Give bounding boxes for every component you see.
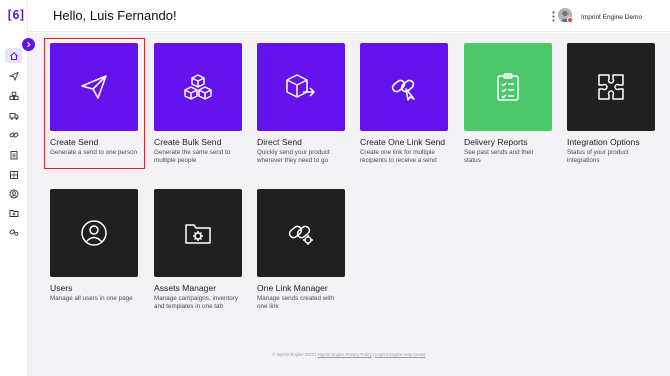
greeting-title: Hello, Luis Fernando!: [53, 8, 177, 23]
card-description: See past sends and their status: [464, 149, 534, 164]
card-create-bulk-send[interactable]: Create Bulk Send Generate the same send …: [154, 43, 242, 165]
sidebar-item-assets[interactable]: [5, 205, 22, 220]
sidebar-item-link-manager[interactable]: [5, 224, 22, 239]
card-direct-send[interactable]: Direct Send Quickly send your product wh…: [257, 43, 345, 165]
card-title: Users: [50, 283, 73, 293]
sidebar-expand-button[interactable]: [22, 38, 35, 51]
card-tile[interactable]: [257, 189, 345, 277]
boxes-icon: [184, 74, 212, 100]
bulk-send-icon: [9, 91, 18, 100]
card-description: Manage sends created with one link: [257, 295, 335, 310]
link-cursor-icon: [391, 79, 415, 101]
sidebar: [6]: [0, 0, 28, 376]
sidebar-item-users[interactable]: [5, 186, 22, 201]
card-create-send[interactable]: Create Send Generate a send to one perso…: [50, 43, 138, 157]
send-icon: [8, 71, 19, 81]
card-delivery-reports[interactable]: Delivery Reports See past sends and thei…: [464, 43, 552, 165]
more-options-button[interactable]: [550, 9, 556, 23]
user-circle-icon: [81, 220, 107, 246]
card-tile[interactable]: [360, 43, 448, 131]
card-title: Assets Manager: [154, 283, 217, 293]
users-icon: [9, 189, 18, 198]
card-description: Manage all users in one page: [50, 295, 133, 302]
link-gear-icon: [288, 225, 313, 245]
delivery-truck-icon: [9, 112, 18, 120]
sidebar-item-send[interactable]: [5, 68, 22, 83]
puzzle-icon: [9, 170, 18, 179]
card-tile[interactable]: [464, 43, 552, 131]
card-users[interactable]: Users Manage all users in one page: [50, 189, 138, 303]
card-tile[interactable]: [154, 189, 242, 277]
card-description: Status of your product integrations: [567, 149, 629, 164]
help-center-link[interactable]: Imprint Engine Help Center: [375, 352, 426, 357]
user-name[interactable]: Imprint Engine Demo: [581, 14, 642, 21]
footer-separator: |: [372, 352, 374, 357]
one-link-icon: [9, 132, 18, 137]
card-title: One Link Manager: [257, 283, 328, 293]
chevron-right-icon: [27, 41, 31, 48]
card-title: Create One Link Send: [360, 137, 446, 147]
privacy-policy-link[interactable]: Imprint Engine Privacy Policy: [317, 352, 371, 357]
card-tile[interactable]: [50, 189, 138, 277]
card-title: Create Send: [50, 137, 99, 147]
card-description: Create one link for multiple recipients …: [360, 149, 437, 164]
card-description: Generate a send to one person: [50, 149, 138, 156]
card-tile[interactable]: [567, 43, 655, 131]
card-title: Delivery Reports: [464, 137, 528, 147]
sidebar-item-bulk-send[interactable]: [5, 88, 22, 103]
kebab-menu-icon: [552, 11, 554, 21]
assets-icon: [9, 209, 18, 217]
main-content: Create Send Generate a send to one perso…: [28, 33, 670, 376]
puzzle-icon: [598, 74, 624, 100]
card-integration-options[interactable]: Integration Options Status of your produ…: [567, 43, 655, 165]
card-tile[interactable]: [50, 43, 138, 131]
card-description: Manage campaigns, inventory and template…: [154, 295, 239, 310]
footer: © Imprint Engine 2020 | Imprint Engine P…: [28, 352, 670, 357]
card-assets-manager[interactable]: Assets Manager Manage campaigns, invento…: [154, 189, 242, 311]
card-create-one-link-send[interactable]: Create One Link Send Create one link for…: [360, 43, 448, 165]
notification-badge: [567, 17, 573, 23]
link-manager-icon: [9, 229, 18, 236]
box-arrow-icon: [286, 74, 315, 98]
card-tile[interactable]: [257, 43, 345, 131]
sidebar-item-direct-send[interactable]: [5, 108, 22, 123]
folder-gear-icon: [185, 224, 211, 244]
sidebar-item-reports[interactable]: [5, 147, 22, 162]
clipboard-check-icon: [497, 73, 519, 101]
sidebar-item-home[interactable]: [5, 48, 22, 63]
sidebar-item-one-link[interactable]: [5, 127, 22, 142]
top-header: Hello, Luis Fernando! Imprint Engine Dem…: [28, 0, 670, 32]
sidebar-item-integrations[interactable]: [5, 167, 22, 182]
paper-plane-icon: [81, 75, 107, 99]
home-icon: [9, 51, 18, 60]
card-one-link-manager[interactable]: One Link Manager Manage sends created wi…: [257, 189, 345, 311]
card-title: Create Bulk Send: [154, 137, 222, 147]
footer-copyright: © Imprint Engine 2020: [272, 352, 315, 357]
card-description: Quickly send your product wherever they …: [257, 149, 330, 164]
app-logo[interactable]: [6]: [6, 7, 26, 23]
card-tile[interactable]: [154, 43, 242, 131]
clipboard-icon: [10, 150, 17, 159]
card-description: Generate the same send to multiple peopl…: [154, 149, 231, 164]
card-title: Direct Send: [257, 137, 302, 147]
card-title: Integration Options: [567, 137, 640, 147]
